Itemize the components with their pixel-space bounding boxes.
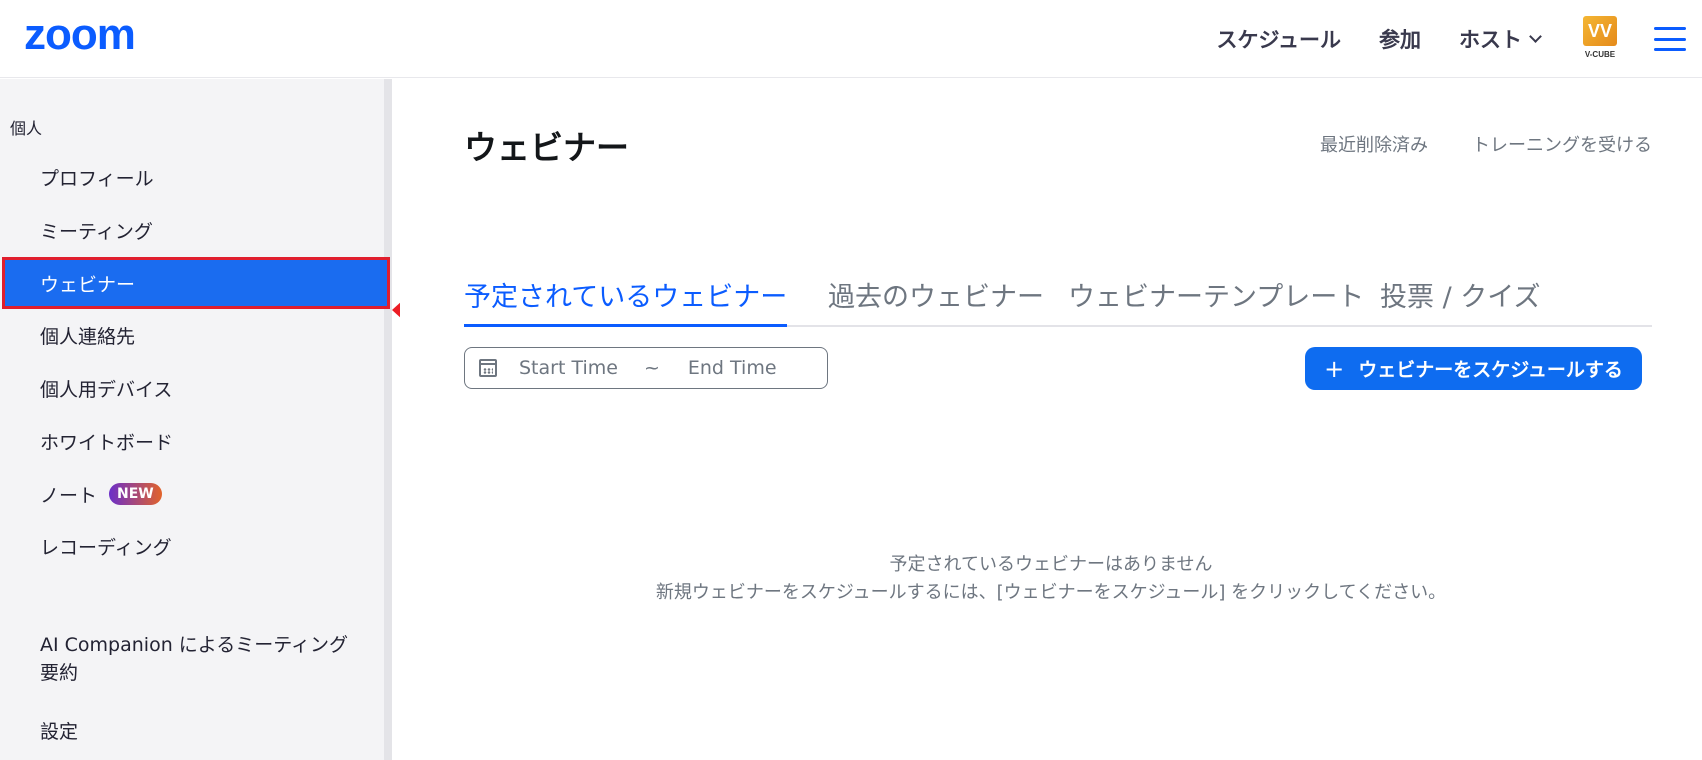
vcube-mark-icon: VV	[1583, 16, 1617, 46]
nav-join-label: 参加	[1379, 28, 1421, 52]
sidebar-item-notes[interactable]: ノート NEW	[0, 468, 384, 520]
new-badge: NEW	[109, 483, 162, 505]
top-header: zoom スケジュール 参加 ホスト VV V-CUBE	[0, 0, 1702, 78]
chevron-down-icon	[1529, 29, 1542, 43]
nav-host-dropdown[interactable]: ホスト	[1459, 24, 1542, 54]
sidebar-item-label: 個人連絡先	[40, 325, 136, 348]
sidebar-item-label: レコーディング	[40, 536, 172, 559]
nav-schedule-label: スケジュール	[1216, 28, 1341, 52]
sidebar-item-profile[interactable]: プロフィール	[0, 151, 384, 203]
sidebar-item-whiteboards[interactable]: ホワイトボード	[0, 415, 384, 467]
calendar-icon	[479, 359, 497, 377]
sidebar-section-personal: 個人	[10, 119, 43, 138]
start-time-field[interactable]: Start Time	[519, 357, 618, 379]
sidebar-item-ai-companion-summary[interactable]: AI Companion によるミーティング要約	[0, 627, 384, 687]
recently-deleted-link[interactable]: 最近削除済み	[1320, 131, 1428, 157]
sidebar-item-meetings[interactable]: ミーティング	[0, 204, 384, 256]
zoom-logo[interactable]: zoom	[24, 10, 136, 60]
empty-state-title: 予定されているウェビナーはありません	[889, 554, 1213, 575]
page-title: ウェビナー	[464, 128, 629, 167]
sidebar-item-contacts[interactable]: 個人連絡先	[0, 309, 384, 361]
nav-join-link[interactable]: 参加	[1379, 24, 1421, 54]
date-range-picker[interactable]: Start Time ~ End Time	[464, 347, 828, 389]
sidebar-item-settings[interactable]: 設定	[0, 704, 384, 756]
sidebar-item-label: ウェビナー	[40, 273, 136, 296]
nav-schedule-link[interactable]: スケジュール	[1216, 24, 1341, 54]
tab-upcoming-webinars[interactable]: 予定されているウェビナー	[464, 275, 788, 327]
hamburger-menu-icon[interactable]	[1654, 27, 1686, 51]
training-link[interactable]: トレーニングを受ける	[1472, 131, 1652, 157]
main-content: ウェビナー 最近削除済み トレーニングを受ける 予定されているウェビナー 過去の…	[400, 79, 1702, 760]
sidebar-item-devices[interactable]: 個人用デバイス	[0, 362, 384, 414]
sidebar-item-label: AI Companion によるミーティング要約	[40, 634, 349, 684]
sidebar-item-label: ホワイトボード	[40, 431, 174, 454]
vcube-logo-text: V-CUBE	[1584, 50, 1616, 59]
empty-state-hint: 新規ウェビナーをスケジュールするには、[ウェビナーをスケジュール] をクリックし…	[655, 582, 1447, 603]
vcube-logo[interactable]: VV V-CUBE	[1578, 16, 1622, 62]
sidebar-item-webinars[interactable]: ウェビナー	[2, 257, 390, 309]
tab-webinar-templates[interactable]: ウェビナーテンプレート	[1068, 275, 1364, 327]
nav-host-label: ホスト	[1459, 28, 1522, 52]
webinar-tabs: 予定されているウェビナー 過去のウェビナー ウェビナーテンプレート 投票 / ク…	[464, 191, 1652, 327]
tab-polls-quizzes[interactable]: 投票 / クイズ	[1380, 275, 1540, 327]
plus-icon: +	[1324, 354, 1345, 383]
sidebar-item-label: 個人用デバイス	[40, 378, 173, 401]
sidebar-item-label: 設定	[40, 720, 79, 743]
end-time-field[interactable]: End Time	[688, 357, 777, 379]
schedule-webinar-label: ウェビナーをスケジュールする	[1358, 359, 1623, 381]
schedule-webinar-button[interactable]: + ウェビナーをスケジュールする	[1305, 347, 1642, 390]
sidebar-item-label: プロフィール	[40, 167, 154, 190]
top-nav: スケジュール 参加 ホスト VV V-CUBE	[1216, 0, 1702, 78]
sidebar: 個人 プロフィール ミーティング ウェビナー 個人連絡先 個人用デバイス ホワイ…	[0, 79, 392, 760]
sidebar-item-recordings[interactable]: レコーディング	[0, 520, 384, 572]
sidebar-item-label: ノート	[40, 484, 98, 507]
sidebar-item-label: ミーティング	[40, 220, 153, 243]
page-top-links: 最近削除済み トレーニングを受ける	[1276, 131, 1652, 157]
date-range-separator: ~	[643, 357, 660, 379]
tab-previous-webinars[interactable]: 過去のウェビナー	[828, 275, 1044, 327]
